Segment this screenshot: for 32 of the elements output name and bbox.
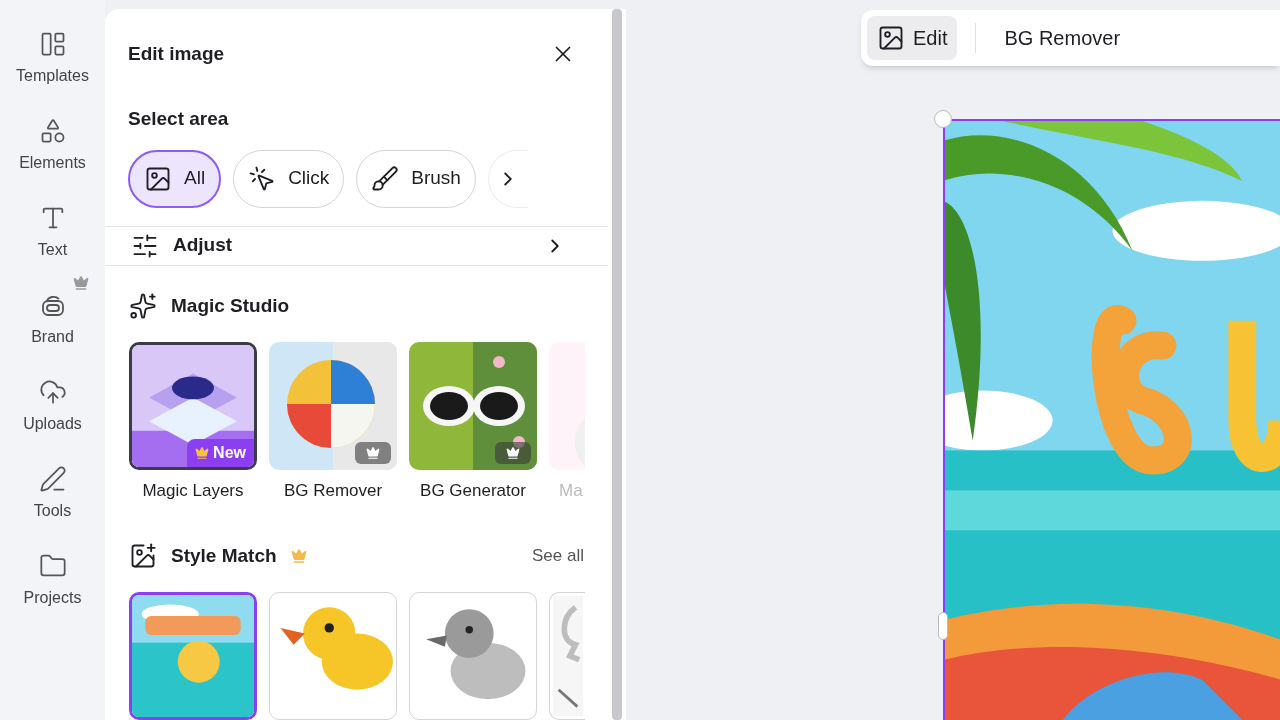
- resize-handle[interactable]: [938, 612, 948, 640]
- scrollbar[interactable]: [612, 9, 622, 720]
- sidebar-item[interactable]: Text: [2, 204, 103, 258]
- section-title: Style Match: [171, 543, 277, 568]
- sparkles-icon: [129, 291, 157, 320]
- cloud-upload-icon: [38, 378, 67, 406]
- sidebar-item[interactable]: Uploads: [2, 378, 103, 432]
- sidebar-item[interactable]: Templates: [2, 30, 103, 84]
- brush-icon: [371, 164, 400, 193]
- image-plus-icon: [129, 541, 157, 570]
- resize-handle[interactable]: [934, 110, 952, 128]
- select-area-option[interactable]: Brush: [356, 149, 476, 208]
- sidebar-item[interactable]: Tools: [2, 465, 103, 519]
- sidebar-item[interactable]: Elements: [2, 117, 103, 171]
- select-area-option[interactable]: Click: [233, 149, 345, 208]
- crown-icon: [495, 442, 531, 464]
- image-edit-icon: [877, 24, 905, 52]
- sidebar-item[interactable]: Projects: [2, 552, 103, 606]
- see-all-link[interactable]: See all: [532, 543, 584, 569]
- adjust-row[interactable]: Adjust: [105, 226, 608, 266]
- select-area-option[interactable]: All: [128, 149, 222, 208]
- magic-tool-card[interactable]: BG Generator: [409, 342, 537, 504]
- panel-title: Edit image: [128, 41, 225, 66]
- sidebar-item[interactable]: Brand: [2, 291, 103, 345]
- toolbar-button[interactable]: BG Remover: [994, 16, 1131, 60]
- pen-icon: [38, 465, 67, 493]
- section-label: Select area: [128, 107, 230, 131]
- new-badge: New: [187, 439, 254, 467]
- section-title: Magic Studio: [171, 293, 290, 318]
- crown-icon: [355, 442, 391, 464]
- toolbar-button[interactable]: Edit: [867, 16, 958, 60]
- magic-tool-card[interactable]: BG Remover: [269, 342, 397, 504]
